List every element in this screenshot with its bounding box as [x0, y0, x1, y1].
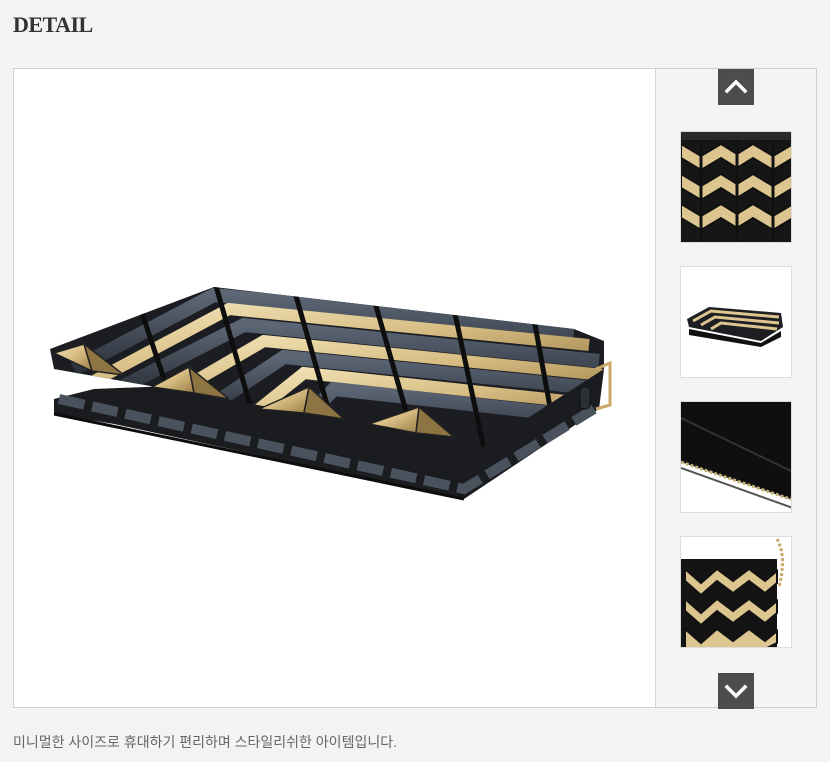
thumbnail-prev-button[interactable] [718, 69, 754, 105]
main-product-image [14, 69, 656, 707]
thumbnail-interior-zipper[interactable] [680, 401, 792, 513]
chevron-up-icon [724, 79, 748, 94]
thumbnail-column [656, 69, 816, 709]
thumbnail-next-button[interactable] [718, 673, 754, 709]
thumbnail-pattern-closeup[interactable] [680, 131, 792, 243]
chevron-down-icon [724, 684, 748, 699]
section-title: DETAIL [13, 12, 93, 37]
thumbnail-clutch-side-view[interactable] [680, 266, 792, 378]
thumbnail-chain-strap-view[interactable] [680, 536, 792, 648]
product-gallery [13, 68, 817, 709]
product-description: 미니멀한 사이즈로 휴대하기 편리하며 스타일리쉬한 아이템입니다. [13, 734, 397, 750]
